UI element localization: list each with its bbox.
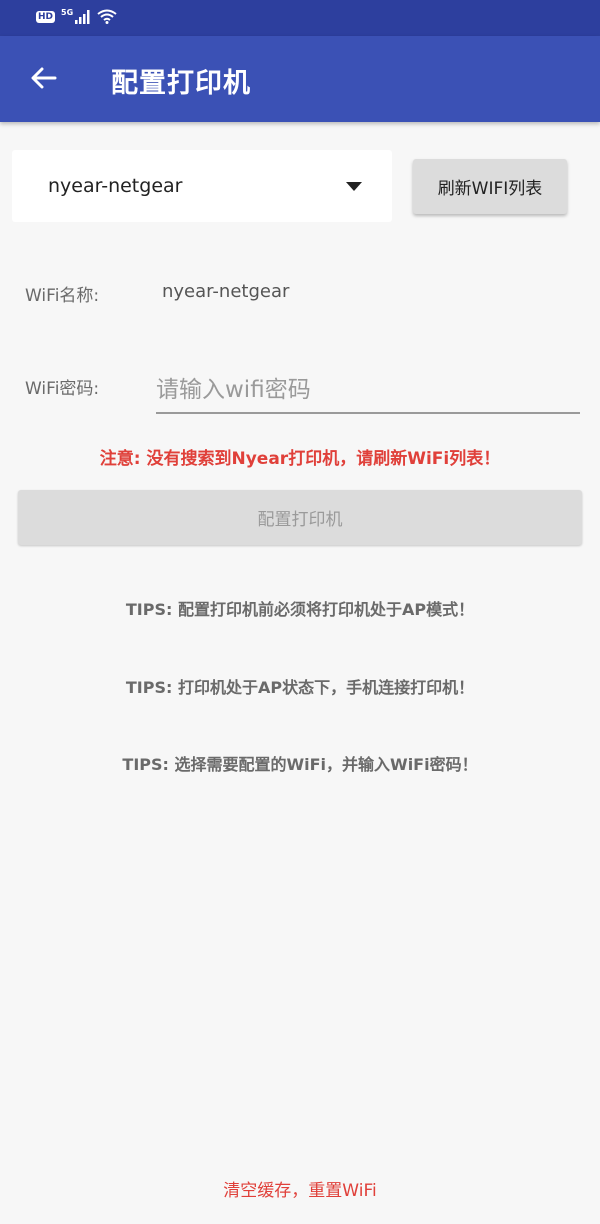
page-title: 配置打印机 [111, 68, 251, 99]
signal-icon [75, 9, 90, 24]
status-icons: HD 5G [36, 9, 117, 24]
network-type-label: 5G [61, 8, 74, 17]
wifi-icon [97, 9, 117, 24]
wifi-password-label: WiFi密码: [25, 379, 100, 399]
back-button[interactable] [24, 58, 64, 98]
app-bar: 配置打印机 [0, 36, 600, 122]
hd-badge: HD [36, 10, 56, 23]
tip-connect-printer: TIPS: 打印机处于AP状态下，手机连接打印机！ [125, 678, 475, 697]
status-bar: HD 5G [0, 0, 600, 36]
configure-printer-button[interactable]: 配置打印机 [18, 490, 582, 545]
tip-enter-password: TIPS: 选择需要配置的WiFi，并输入WiFi密码！ [122, 755, 478, 774]
warning-message: 注意: 没有搜索到Nyear打印机，请刷新WiFi列表！ [99, 449, 501, 469]
wifi-password-input[interactable] [156, 368, 580, 414]
wifi-spinner-value: nyear-netgear [48, 175, 183, 197]
wifi-name-value: nyear-netgear [162, 281, 290, 302]
reset-wifi-link[interactable]: 清空缓存，重置WiFi [0, 1176, 600, 1201]
wifi-spinner[interactable]: nyear-netgear [12, 150, 392, 222]
tip-ap-mode: TIPS: 配置打印机前必须将打印机处于AP模式！ [125, 600, 475, 619]
wifi-name-label: WiFi名称: [25, 286, 100, 306]
arrow-left-icon [31, 67, 57, 89]
dropdown-caret-icon [346, 182, 362, 191]
refresh-wifi-list-button[interactable]: 刷新WIFI列表 [413, 159, 567, 214]
